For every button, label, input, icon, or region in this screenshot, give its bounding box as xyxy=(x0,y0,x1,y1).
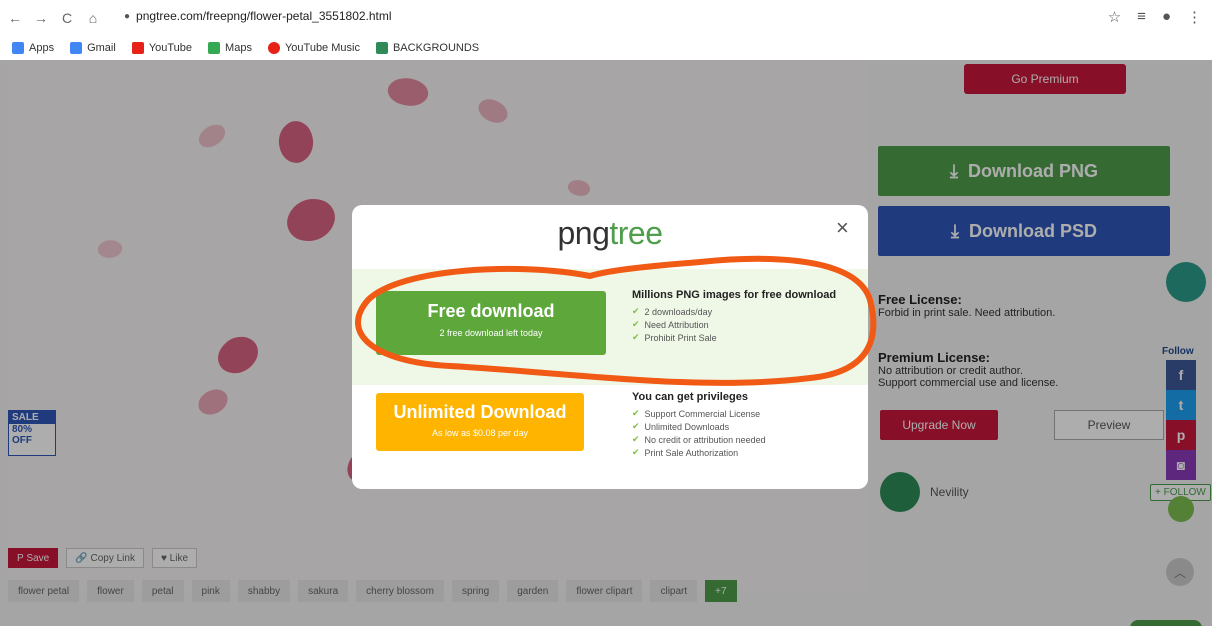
free-features-heading: Millions PNG images for free download xyxy=(632,289,837,301)
youtube-music-icon xyxy=(267,42,280,54)
apps-grid-icon xyxy=(12,42,24,54)
free-features: Millions PNG images for free download ✔ 2… xyxy=(632,289,836,344)
list-item: ✔ Need Attribution xyxy=(632,319,709,330)
address-bar[interactable]: ● pngtree.com/freepng/flower-petal_35518… xyxy=(124,9,392,23)
bookmark-folder-icon xyxy=(375,42,388,54)
maps-pin-icon xyxy=(208,42,221,54)
list-item: ✔ Support Commercial License xyxy=(632,408,761,419)
browser-chrome: ← → C ⌂ ● pngtree.com/freepng/flower-pet… xyxy=(0,0,1212,60)
back-arrow-icon[interactable]: ← xyxy=(4,7,26,29)
youtube-icon xyxy=(131,42,144,54)
checkmark-icon: ✔ xyxy=(632,306,640,316)
checkmark-icon: ✔ xyxy=(632,447,640,457)
checkmark-icon: ✔ xyxy=(632,408,640,418)
bookmark-youtube-music[interactable]: YouTube Music xyxy=(267,42,360,54)
list-item: ✔ 2 downloads/day xyxy=(632,306,713,317)
browser-actions: ☆ ≡ ● ⋮ xyxy=(1108,8,1202,26)
list-item: ✔ No credit or attribution needed xyxy=(632,434,766,445)
list-item: ✔ Unlimited Downloads xyxy=(632,421,730,432)
reload-icon[interactable]: C xyxy=(56,7,78,29)
url-text: pngtree.com/freepng/flower-petal_3551802… xyxy=(136,9,392,23)
list-item: ✔ Prohibit Print Sale xyxy=(632,332,717,343)
playlist-icon[interactable]: ≡ xyxy=(1137,8,1146,26)
list-item: ✔ Print Sale Authorization xyxy=(632,447,739,458)
privileges-heading: You can get privileges xyxy=(632,391,748,403)
unlimited-download-subtitle: As low as $0.08 per day xyxy=(431,428,529,438)
checkmark-icon: ✔ xyxy=(632,434,640,444)
lock-icon: ● xyxy=(124,10,131,22)
download-modal: pngtree × Free download 2 free download … xyxy=(352,205,868,489)
checkmark-icon: ✔ xyxy=(632,332,640,342)
free-download-subtitle: 2 free download left today xyxy=(439,328,543,338)
free-download-title: Free download xyxy=(427,301,555,321)
privileges: You can get privileges ✔ Support Commerci… xyxy=(632,391,766,459)
profile-icon[interactable]: ● xyxy=(1162,8,1171,26)
home-icon[interactable]: ⌂ xyxy=(82,7,104,29)
checkmark-icon: ✔ xyxy=(632,421,640,431)
bookmark-maps[interactable]: Maps xyxy=(208,42,252,54)
unlimited-download-title: Unlimited Download xyxy=(393,402,567,422)
star-icon[interactable]: ☆ xyxy=(1108,8,1121,26)
pngtree-logo: pngtree xyxy=(557,215,663,251)
bookmark-backgrounds[interactable]: BACKGROUNDS xyxy=(375,42,479,54)
forward-arrow-icon[interactable]: → xyxy=(30,7,52,29)
menu-dots-icon[interactable]: ⋮ xyxy=(1187,8,1202,26)
free-download-button[interactable]: Free download 2 free download left today xyxy=(376,291,606,355)
close-icon[interactable]: × xyxy=(836,217,849,239)
bookmark-gmail[interactable]: Gmail xyxy=(70,42,116,54)
unlimited-download-button[interactable]: Unlimited Download As low as $0.08 per d… xyxy=(376,393,584,451)
bookmark-youtube[interactable]: YouTube xyxy=(131,42,192,54)
bookmarks-bar: Apps Gmail YouTube Maps YouTube Music BA… xyxy=(0,36,1212,60)
bookmark-apps[interactable]: Apps xyxy=(12,42,54,54)
google-icon xyxy=(70,42,83,54)
checkmark-icon: ✔ xyxy=(632,319,640,329)
